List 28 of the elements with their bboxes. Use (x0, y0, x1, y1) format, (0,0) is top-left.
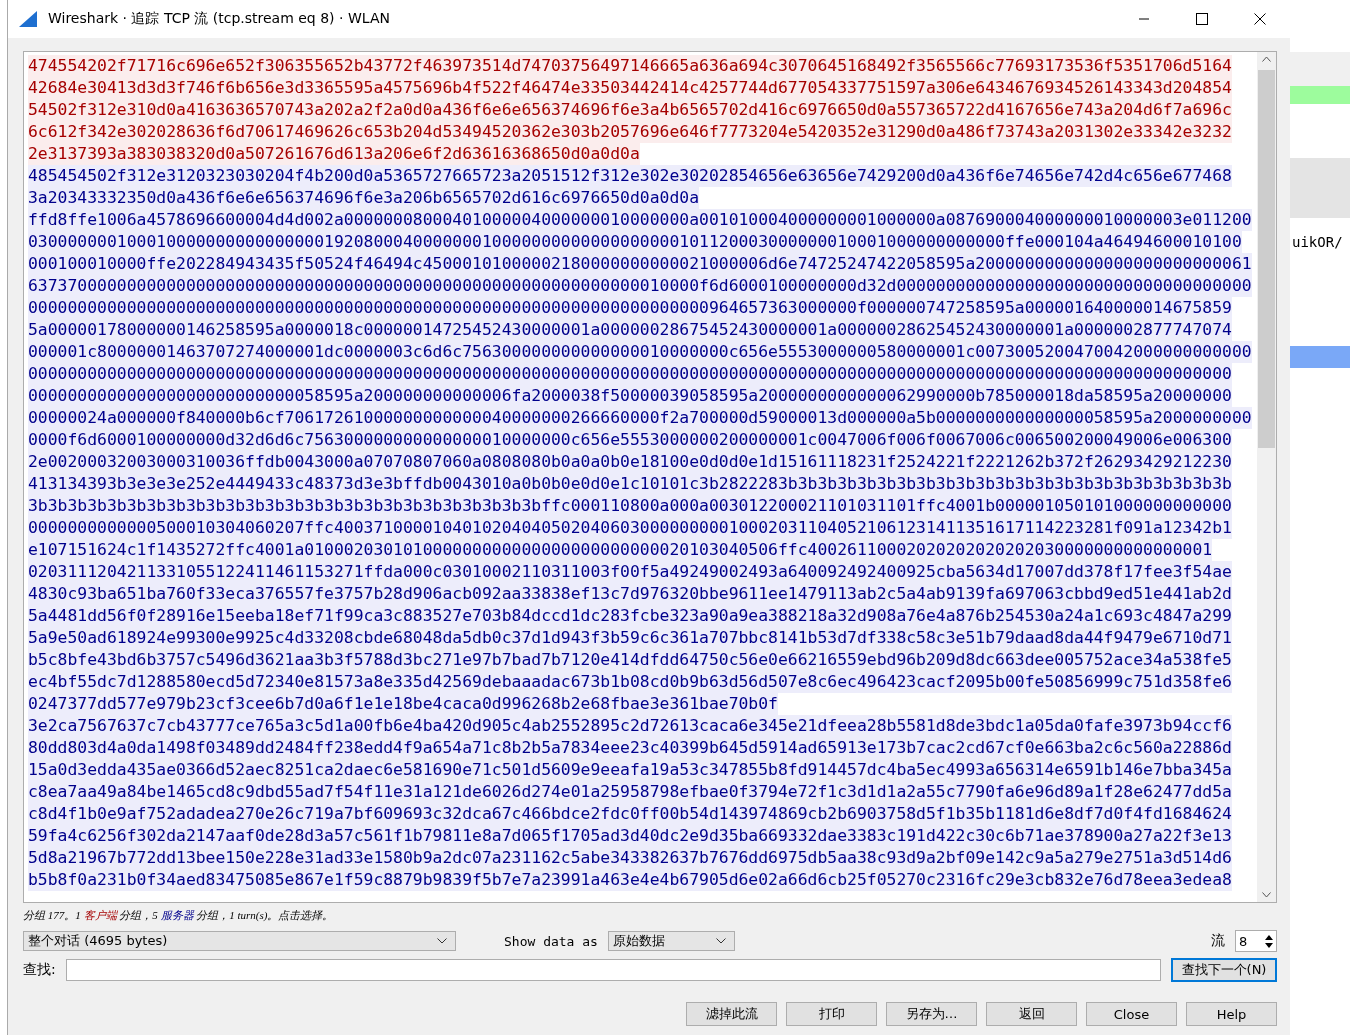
fin-icon (18, 10, 38, 28)
caret-icon (715, 938, 726, 944)
dialog-button[interactable]: Close (1086, 1002, 1177, 1026)
scroll-up-icon[interactable] (1262, 56, 1271, 62)
down-arrow-icon[interactable] (1265, 942, 1273, 948)
scroll-down-icon[interactable] (1262, 892, 1271, 898)
window-title: Wireshark · 追踪 TCP 流 (tcp.stream eq 8) · WLAN (48, 10, 390, 28)
scrollbar[interactable] (1257, 52, 1276, 902)
find-next-button[interactable]: 查找下一个(N) (1171, 958, 1277, 982)
highlighted-row (1290, 86, 1350, 104)
dialog-button[interactable]: 打印 (786, 1002, 877, 1026)
up-arrow-icon[interactable] (1265, 934, 1273, 940)
maximize-icon[interactable] (1196, 13, 1208, 25)
dialog-button[interactable]: 滤掉此流 (686, 1002, 777, 1026)
dropdown[interactable]: 原始数据 (607, 931, 735, 951)
show-data-label: Show data as (504, 933, 598, 949)
dialog-button[interactable]: Help (1186, 1002, 1277, 1026)
caret-icon (437, 938, 447, 944)
find-label: 查找: (23, 961, 56, 979)
status-text: 分组 177。1 客户端 分组，5 服务器 分组，1 turn(s)。点击选择。 (23, 908, 335, 923)
dropdown[interactable]: 整个对话 (4695 bytes) (23, 931, 456, 951)
dialog-button[interactable]: 返回 (986, 1002, 1077, 1026)
stream-number-spinbox[interactable]: 8 (1235, 930, 1277, 952)
dialog-button[interactable]: 另存为… (886, 1002, 977, 1026)
packet-text: uikOR/ (1291, 234, 1344, 250)
stream-label: 流 (1211, 932, 1225, 950)
find-field[interactable] (65, 959, 1161, 981)
close-icon[interactable] (1254, 13, 1266, 25)
